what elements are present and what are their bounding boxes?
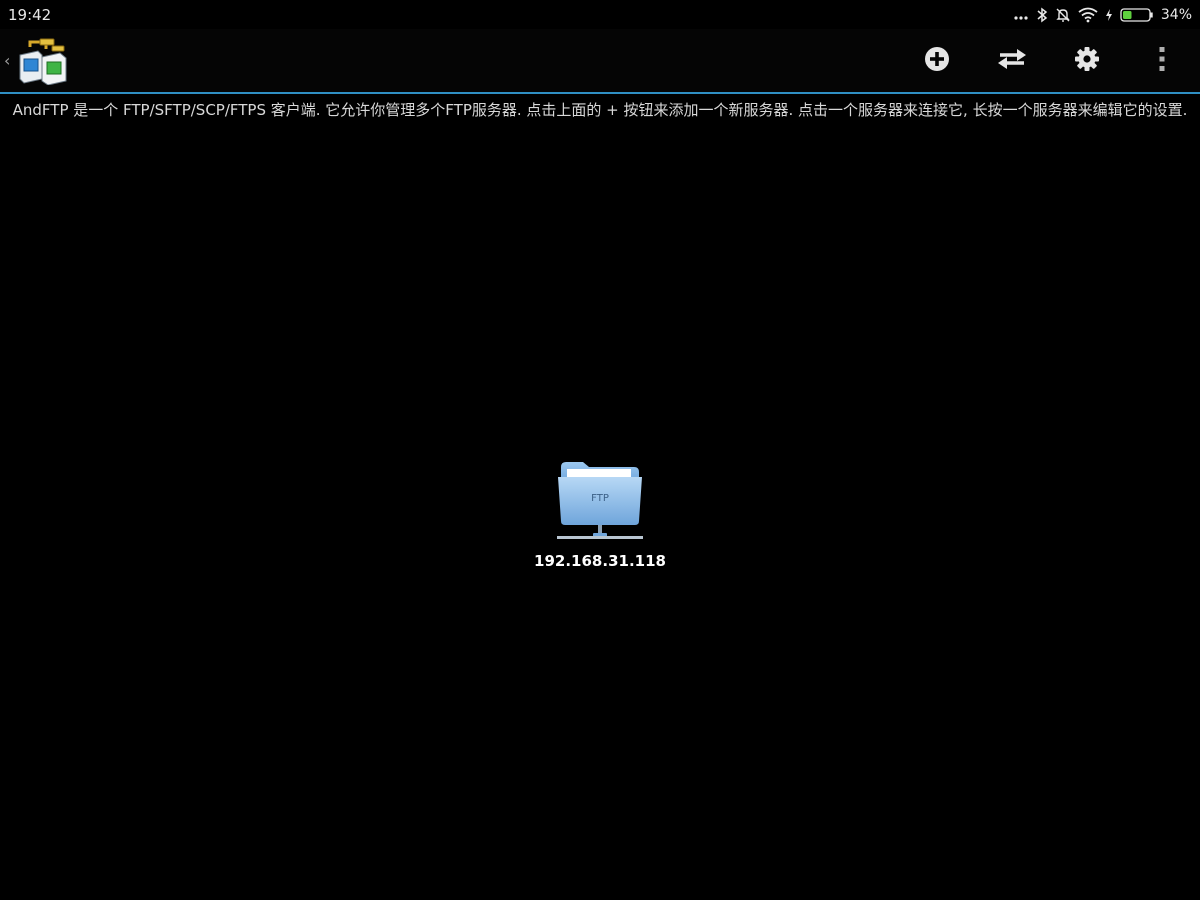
charging-icon <box>1105 7 1113 23</box>
battery-percent: 34% <box>1160 7 1192 23</box>
server-label: 192.168.31.118 <box>534 552 666 570</box>
app-logo-icon[interactable] <box>16 37 70 86</box>
transfer-button[interactable] <box>992 43 1032 79</box>
help-description: AndFTP 是一个 FTP/SFTP/SCP/FTPS 客户端. 它允许你管理… <box>12 101 1188 119</box>
status-icons: 34% <box>1013 5 1192 25</box>
ftp-folder-icon: FTP <box>555 459 645 547</box>
more-icon <box>1013 7 1029 23</box>
alarm-off-icon <box>1055 7 1071 23</box>
bluetooth-icon <box>1036 7 1048 23</box>
settings-button[interactable] <box>1067 43 1107 79</box>
transfer-icon <box>996 48 1028 75</box>
overflow-menu-button[interactable] <box>1142 43 1182 79</box>
up-chevron-icon[interactable]: ‹ <box>4 51 10 70</box>
battery-icon <box>1120 7 1154 23</box>
status-bar: 19:42 34% <box>0 0 1200 29</box>
overflow-menu-icon <box>1158 46 1166 77</box>
add-server-button[interactable] <box>917 43 957 79</box>
add-server-icon <box>924 46 950 77</box>
status-time: 19:42 <box>8 6 52 24</box>
server-item[interactable]: FTP 192.168.31.118 <box>520 455 680 580</box>
folder-ftp-text: FTP <box>591 493 609 504</box>
wifi-icon <box>1078 7 1098 23</box>
settings-icon <box>1074 46 1100 77</box>
action-bar: ‹ <box>0 29 1200 94</box>
